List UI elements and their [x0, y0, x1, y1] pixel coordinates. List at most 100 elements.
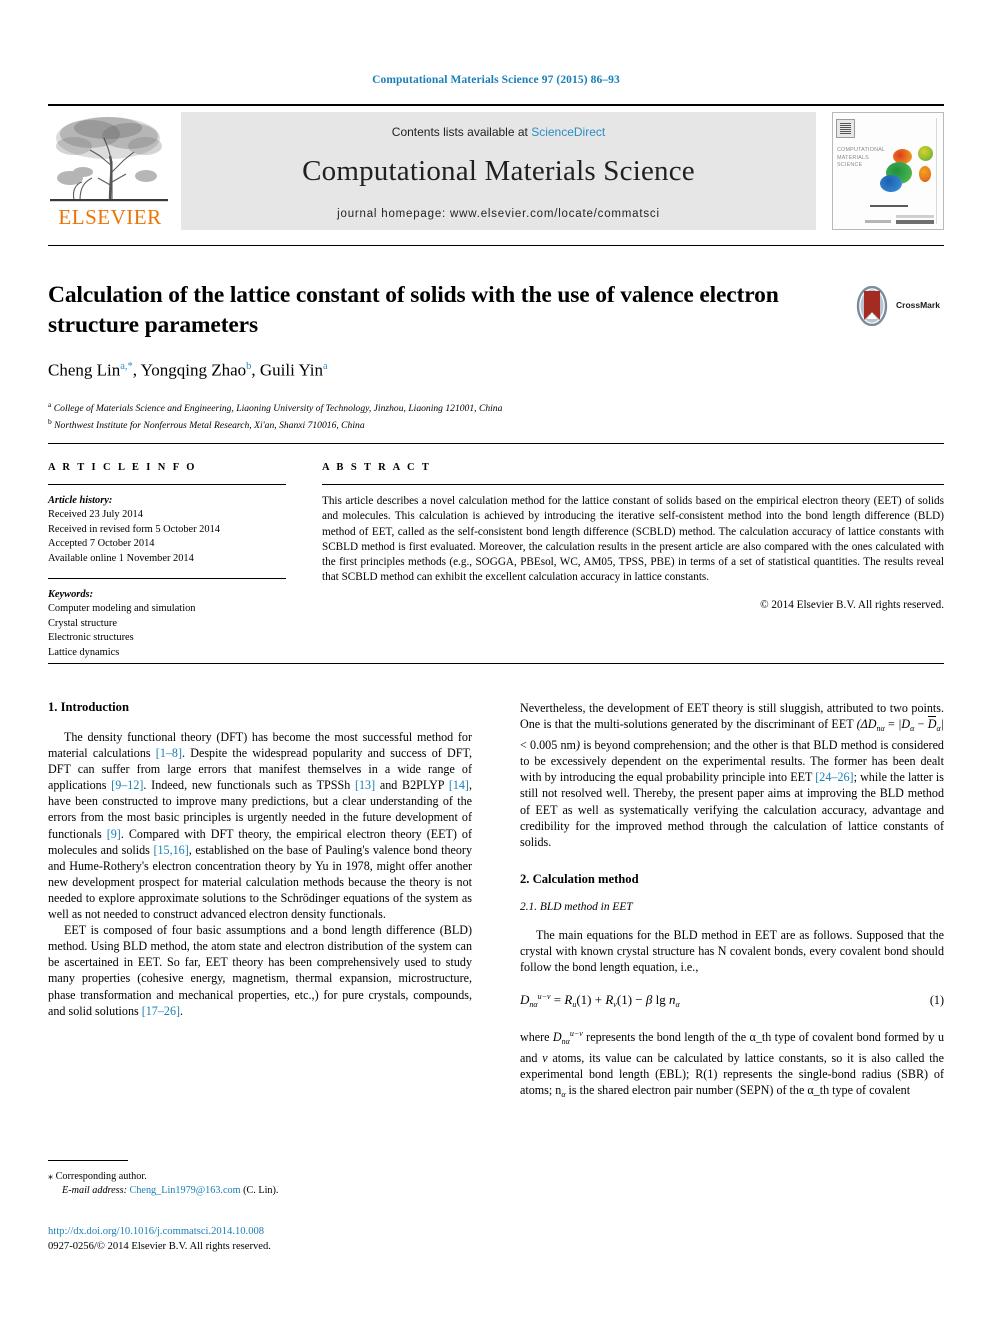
crossmark-icon: [856, 286, 888, 326]
journal-homepage[interactable]: journal homepage: www.elsevier.com/locat…: [181, 208, 816, 220]
paragraph: The density functional theory (DFT) has …: [48, 729, 472, 922]
footnote-email-suffix: (C. Lin).: [243, 1185, 279, 1197]
abstract-heading: A B S T R A C T: [322, 462, 432, 473]
paragraph-text: is the shared electron pair number (SEPN…: [565, 1083, 911, 1098]
title-top-rule: [48, 245, 944, 246]
author-list: Cheng Lina,*, Yongqing Zhaob, Guili Yina: [48, 360, 328, 380]
running-head: Computational Materials Science 97 (2015…: [372, 74, 620, 86]
equation-1-body: Dnαu−v = Ru(1) + Rv(1) − β lg nα: [520, 992, 680, 1010]
citation-link[interactable]: [13]: [355, 778, 375, 792]
elsevier-wordmark: ELSEVIER: [58, 205, 162, 229]
equation-1-number: (1): [929, 993, 944, 1008]
contents-prefix: Contents lists available at: [391, 125, 532, 139]
keywords-title: Keywords:: [48, 589, 94, 601]
citation-link[interactable]: [17–26]: [142, 1004, 180, 1018]
cover-title-text: COMPUTATIONAL MATERIALS SCIENCE: [837, 147, 886, 168]
keyword-item: Electronic structures: [48, 632, 134, 644]
cover-footer-right: [896, 215, 934, 224]
affiliation-text: College of Materials Science and Enginee…: [53, 402, 503, 414]
footnote-corresponding-text: Corresponding author.: [55, 1171, 147, 1182]
history-item: Received in revised form 5 October 2014: [48, 523, 220, 535]
doi-link[interactable]: http://dx.doi.org/10.1016/j.commatsci.20…: [48, 1225, 472, 1240]
corresponding-author-footnote: ⁎ Corresponding author. E-mail address: …: [48, 1160, 472, 1198]
issn-copyright-line: 0927-0256/© 2014 Elsevier B.V. All right…: [48, 1240, 271, 1252]
author-mark: b: [246, 361, 252, 372]
cover-blob-orange-icon: [919, 166, 931, 182]
info-abstract-bottom-rule: [48, 663, 944, 664]
article-info-heading: A R T I C L E I N F O: [48, 462, 197, 473]
history-item: Accepted 7 October 2014: [48, 538, 155, 550]
paragraph: Nevertheless, the development of EET the…: [520, 700, 944, 850]
affiliation-mark: a: [48, 399, 52, 409]
keywords-group: Keywords: Computer modeling and simulati…: [48, 588, 286, 660]
history-item: Received 23 July 2014: [48, 509, 143, 521]
body-column-right: Nevertheless, the development of EET the…: [520, 700, 944, 1104]
section-heading-introduction: 1. Introduction: [48, 700, 129, 714]
footnote-corresponding-line: ⁎ Corresponding author.: [48, 1171, 147, 1182]
author-mark: a: [323, 361, 328, 372]
subsection-heading-bld-method: 2.1. BLD method in EET: [520, 900, 633, 913]
paragraph: EET is composed of four basic assumption…: [48, 922, 472, 1019]
inline-symbol: Dnαu−v: [552, 1029, 583, 1047]
affiliation-item: b Northwest Institute for Nonferrous Met…: [48, 415, 944, 433]
crossmark-label: CrossMark: [896, 300, 940, 310]
cover-badge-icon: [836, 119, 855, 138]
cover-blob-yellow-icon: [918, 146, 933, 161]
citation-link[interactable]: [15,16]: [153, 843, 188, 857]
author-name: Yongqing Zhao: [140, 360, 247, 380]
footnote-email-line: E-mail address: Cheng_Lin1979@163.com (C…: [48, 1184, 472, 1198]
footnote-rule: [48, 1160, 128, 1161]
page-title: Calculation of the lattice constant of s…: [48, 282, 779, 338]
abstract-column: A B S T R A C T This article describes a…: [322, 462, 944, 660]
info-abstract-region: A R T I C L E I N F O Article history: R…: [48, 443, 944, 660]
body-column-left: 1. Introduction The density functional t…: [48, 700, 472, 1104]
abstract-copyright: © 2014 Elsevier B.V. All rights reserved…: [760, 598, 944, 611]
imprint-block: http://dx.doi.org/10.1016/j.commatsci.20…: [48, 1225, 472, 1254]
journal-masthead: ELSEVIER Contents lists available at Sci…: [48, 104, 944, 230]
abstract-rule: [322, 484, 944, 485]
journal-title: Computational Materials Science: [302, 155, 695, 187]
keyword-item: Lattice dynamics: [48, 646, 120, 658]
affiliation-text: Northwest Institute for Nonferrous Metal…: [54, 420, 365, 432]
paragraph-text: The main equations for the BLD method in…: [520, 927, 944, 975]
author-name: Guili Yin: [259, 360, 324, 380]
elsevier-logo: ELSEVIER: [48, 112, 172, 230]
sciencedirect-link[interactable]: ScienceDirect: [531, 125, 605, 139]
citation-link[interactable]: [14]: [449, 778, 469, 792]
citation-link[interactable]: [9]: [107, 827, 121, 841]
footnote-email-label: E-mail address:: [62, 1185, 127, 1197]
keyword-item: Crystal structure: [48, 617, 117, 629]
equation-1: Dnαu−v = Ru(1) + Rv(1) − β lg nα (1): [520, 992, 944, 1009]
citation-link[interactable]: [1–8]: [156, 746, 182, 760]
info-abstract-top-rule: [48, 443, 944, 444]
author-name: Cheng Lin: [48, 360, 121, 380]
citation-link[interactable]: [9–12]: [111, 778, 143, 792]
paragraph: The main equations for the BLD method in…: [520, 927, 944, 975]
keywords-divider: [48, 578, 286, 580]
body-columns: 1. Introduction The density functional t…: [48, 700, 944, 1104]
crossmark-badge[interactable]: CrossMark: [852, 286, 944, 328]
section-heading-calculation-method: 2. Calculation method: [520, 871, 639, 886]
journal-banner: Contents lists available at ScienceDirec…: [181, 112, 816, 230]
article-history-title: Article history:: [48, 495, 113, 506]
cover-footer-left: [865, 220, 891, 223]
affiliation-item: a College of Materials Science and Engin…: [48, 398, 944, 416]
elsevier-tree-icon: [50, 117, 168, 202]
affiliation-mark: b: [48, 417, 52, 427]
paper-page: Computational Materials Science 97 (2015…: [0, 0, 992, 1323]
contents-available-line: Contents lists available at ScienceDirec…: [181, 125, 816, 139]
paragraph-text: and B2PLYP: [375, 778, 449, 793]
cover-blob-blue-icon: [880, 175, 902, 192]
citation-link[interactable]: [24–26]: [815, 770, 853, 784]
history-item: Available online 1 November 2014: [48, 552, 194, 564]
paragraph-text: .: [180, 1003, 184, 1018]
article-header: Calculation of the lattice constant of s…: [48, 245, 944, 433]
article-info-column: A R T I C L E I N F O Article history: R…: [48, 462, 286, 660]
author-mark: a,*: [120, 361, 133, 372]
cover-divider: [870, 205, 908, 207]
affiliation-list: a College of Materials Science and Engin…: [48, 398, 944, 433]
keyword-item: Computer modeling and simulation: [48, 603, 196, 615]
footnote-email-link[interactable]: Cheng_Lin1979@163.com: [130, 1185, 241, 1196]
paragraph-text: EET is composed of four basic assumption…: [48, 923, 472, 1018]
abstract-text: This article describes a novel calculati…: [322, 495, 944, 584]
